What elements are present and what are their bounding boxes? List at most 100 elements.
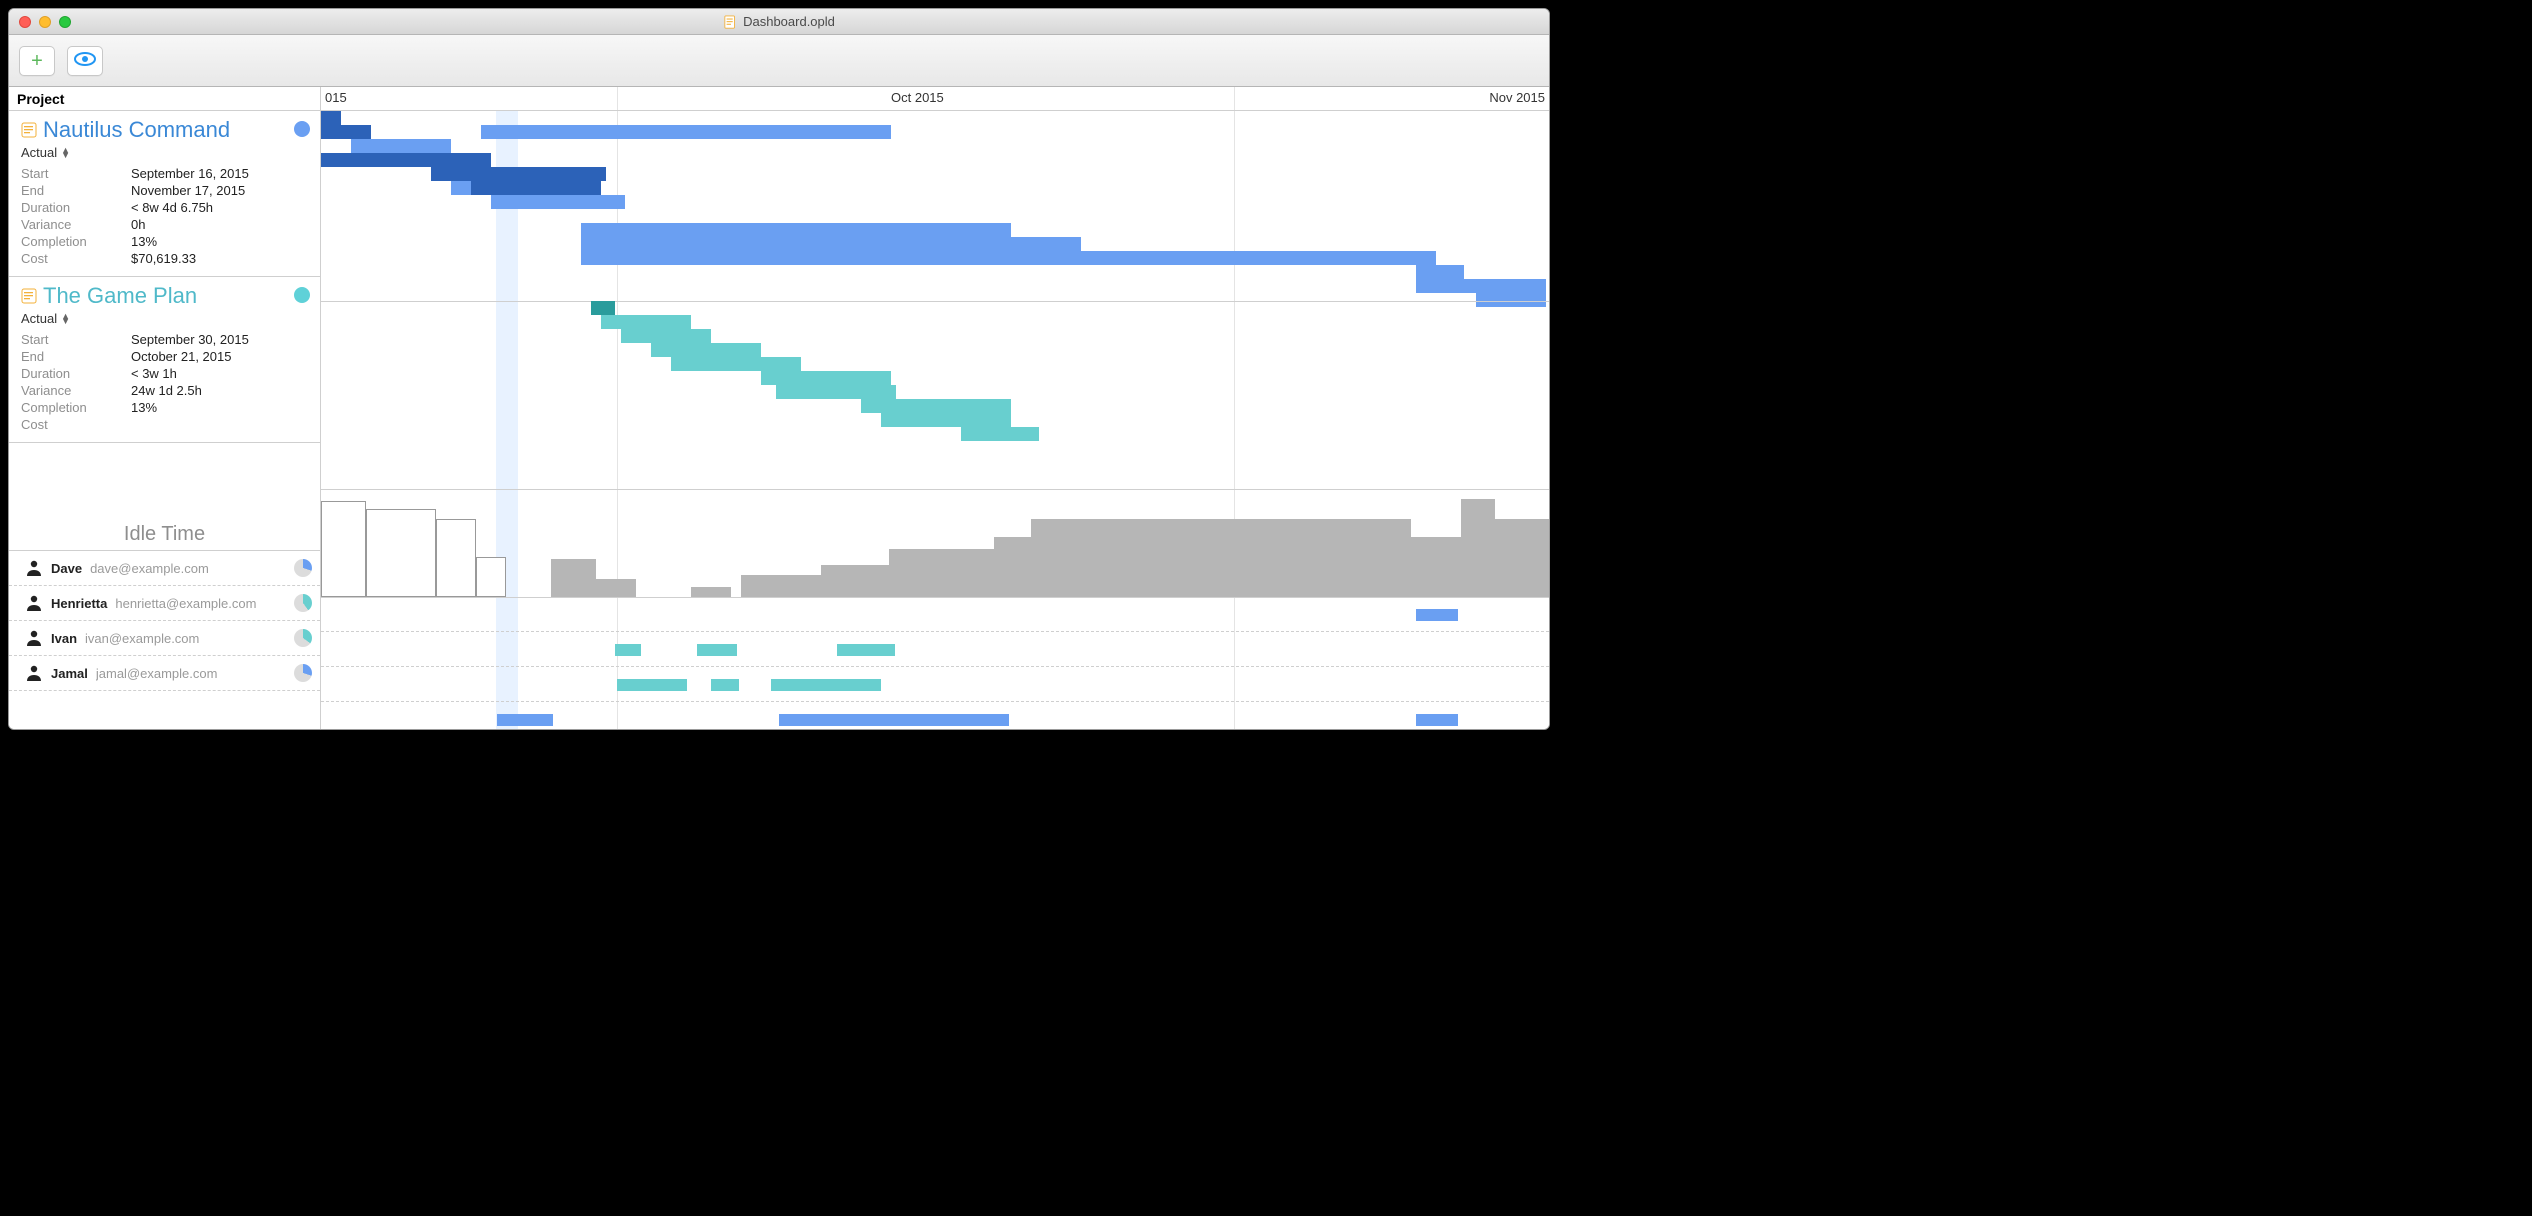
person-row[interactable]: Ivan ivan@example.com	[9, 621, 320, 656]
gantt-bar[interactable]	[431, 167, 606, 181]
info-key: Duration	[21, 366, 125, 381]
project-icon	[21, 288, 37, 304]
column-header-project[interactable]: Project	[9, 87, 320, 111]
zoom-window-button[interactable]	[59, 16, 71, 28]
person-email: ivan@example.com	[85, 631, 199, 646]
person-icon	[25, 664, 43, 682]
idle-section-label: Idle Time	[9, 443, 320, 551]
month-label: Oct 2015	[891, 90, 944, 105]
view-button[interactable]	[67, 46, 103, 76]
gantt-bar[interactable]	[581, 237, 1081, 251]
allocation-bar[interactable]	[837, 644, 895, 656]
project-mode-select[interactable]: Actual ▲▼	[21, 311, 310, 326]
info-key: Completion	[21, 400, 125, 415]
person-email: jamal@example.com	[96, 666, 218, 681]
gantt-bar[interactable]	[761, 371, 891, 385]
gantt-bar[interactable]	[861, 399, 1011, 413]
gantt-bar[interactable]	[481, 125, 891, 139]
add-button[interactable]: +	[19, 46, 55, 76]
idle-bar	[476, 557, 506, 597]
project-title-row: The Game Plan	[21, 283, 310, 309]
project-card-0[interactable]: Nautilus Command Actual ▲▼ Start Septemb…	[9, 111, 320, 277]
project-title-row: Nautilus Command	[21, 117, 310, 143]
idle-bar	[321, 501, 366, 597]
idle-chart-area	[321, 489, 1549, 597]
window-title-text: Dashboard.opld	[743, 14, 835, 29]
person-row[interactable]: Jamal jamal@example.com	[9, 656, 320, 691]
project-mode-label: Actual	[21, 145, 57, 160]
info-val: September 16, 2015	[131, 166, 310, 181]
info-key: Duration	[21, 200, 125, 215]
allocation-bar[interactable]	[1416, 609, 1458, 621]
gantt-bar[interactable]	[589, 195, 625, 209]
idle-bar	[1031, 519, 1411, 597]
project-mode-label: Actual	[21, 311, 57, 326]
info-key: Variance	[21, 217, 125, 232]
info-val: < 3w 1h	[131, 366, 310, 381]
allocation-bar[interactable]	[497, 714, 553, 726]
allocation-bar[interactable]	[1416, 714, 1458, 726]
people-list: Dave dave@example.com Henrietta henriett…	[9, 551, 320, 729]
gantt-bar[interactable]	[651, 343, 761, 357]
person-name: Jamal	[51, 666, 88, 681]
project-mode-select[interactable]: Actual ▲▼	[21, 145, 310, 160]
gantt-bar[interactable]	[351, 139, 451, 153]
allocation-bar[interactable]	[779, 714, 1009, 726]
idle-bar	[889, 549, 994, 597]
allocation-bar[interactable]	[771, 679, 881, 691]
allocation-bar[interactable]	[697, 644, 737, 656]
gantt-bar[interactable]	[1416, 279, 1546, 293]
gantt-bar[interactable]	[581, 223, 1011, 237]
close-window-button[interactable]	[19, 16, 31, 28]
gantt-bar[interactable]	[776, 385, 896, 399]
info-val: October 21, 2015	[131, 349, 310, 364]
gantt-bar[interactable]	[601, 315, 691, 329]
gantt-bar[interactable]	[321, 153, 491, 167]
allocation-bar[interactable]	[617, 679, 687, 691]
idle-label-text: Idle Time	[124, 523, 205, 546]
gantt-bar[interactable]	[321, 125, 371, 139]
gantt-bar[interactable]	[881, 413, 1011, 427]
idle-bar	[691, 587, 731, 597]
plus-icon: +	[31, 51, 43, 71]
gantt-bar[interactable]	[621, 329, 711, 343]
idle-bar	[551, 559, 596, 597]
titlebar: Dashboard.opld	[9, 9, 1549, 35]
gantt-area-project-1	[321, 301, 1549, 489]
document-icon	[723, 15, 737, 29]
allocation-row	[321, 597, 1549, 632]
allocation-row	[321, 667, 1549, 702]
content-split: Project Nautilus Command Actual ▲▼ Start	[9, 87, 1549, 729]
idle-bar	[1461, 499, 1495, 597]
idle-bar	[366, 509, 436, 597]
timeline-panel[interactable]: 015 Oct 2015 Nov 2015	[321, 87, 1549, 729]
person-row[interactable]: Dave dave@example.com	[9, 551, 320, 586]
person-row[interactable]: Henrietta henrietta@example.com	[9, 586, 320, 621]
person-email: henrietta@example.com	[115, 596, 256, 611]
allocation-bar[interactable]	[615, 644, 641, 656]
gantt-bar[interactable]	[471, 181, 601, 195]
info-key: Cost	[21, 251, 125, 266]
idle-bar	[1495, 519, 1549, 597]
gantt-bar[interactable]	[961, 427, 1039, 441]
idle-bar	[1411, 537, 1461, 597]
app-window: Dashboard.opld + Project	[8, 8, 1550, 730]
gantt-bar[interactable]	[591, 301, 615, 315]
idle-bar	[596, 579, 636, 597]
idle-bar	[436, 519, 476, 597]
allocation-row	[321, 702, 1549, 729]
person-name: Dave	[51, 561, 82, 576]
gantt-bar[interactable]	[581, 251, 1436, 265]
allocation-bar[interactable]	[711, 679, 739, 691]
info-key: Start	[21, 332, 125, 347]
project-status-dot	[294, 287, 310, 303]
project-card-1[interactable]: The Game Plan Actual ▲▼ Start September …	[9, 277, 320, 443]
gantt-bar[interactable]	[671, 357, 801, 371]
project-name: Nautilus Command	[43, 117, 230, 143]
person-name: Ivan	[51, 631, 77, 646]
window-title: Dashboard.opld	[723, 14, 835, 29]
gantt-bar[interactable]	[321, 111, 341, 125]
gantt-bar[interactable]	[1416, 265, 1464, 279]
minimize-window-button[interactable]	[39, 16, 51, 28]
gantt-area-project-0	[321, 111, 1549, 301]
